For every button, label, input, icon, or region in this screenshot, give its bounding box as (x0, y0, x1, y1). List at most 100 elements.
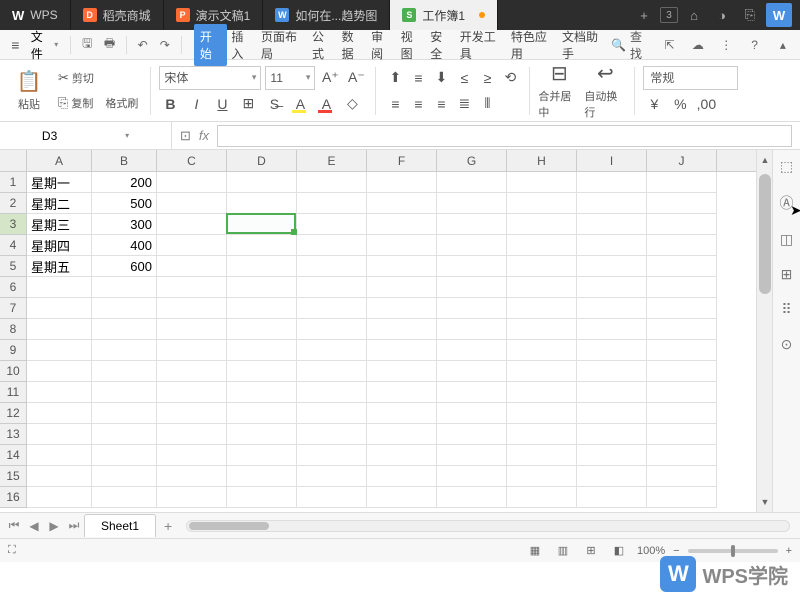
cell-H11[interactable] (507, 382, 577, 403)
cell-A6[interactable] (27, 277, 92, 298)
cell-G13[interactable] (437, 424, 507, 445)
cell-F15[interactable] (367, 466, 437, 487)
cell-F16[interactable] (367, 487, 437, 508)
cell-I8[interactable] (577, 319, 647, 340)
cell-C11[interactable] (157, 382, 227, 403)
row-header-16[interactable]: 16 (0, 487, 27, 508)
ribbon-tab-9[interactable]: 特色应用 (507, 24, 558, 66)
cell-H9[interactable] (507, 340, 577, 361)
cell-C2[interactable] (157, 193, 227, 214)
name-box[interactable]: D3▾ (0, 122, 172, 149)
cell-H2[interactable] (507, 193, 577, 214)
cell-C1[interactable] (157, 172, 227, 193)
cell-E8[interactable] (297, 319, 367, 340)
view-page-icon[interactable]: ▥ (553, 542, 573, 560)
cell-J13[interactable] (647, 424, 717, 445)
cell-F9[interactable] (367, 340, 437, 361)
font-size-select[interactable]: 11▾ (265, 66, 315, 90)
wrap-text-button[interactable]: ↩ 自动换行 (584, 64, 626, 118)
cell-A4[interactable]: 星期四 (27, 235, 92, 256)
cell-I3[interactable] (577, 214, 647, 235)
cell-B15[interactable] (92, 466, 157, 487)
search-button[interactable]: 🔍查找 (611, 28, 650, 62)
cell-E9[interactable] (297, 340, 367, 361)
row-header-2[interactable]: 2 (0, 193, 27, 214)
ribbon-tab-8[interactable]: 开发工具 (456, 24, 507, 66)
cell-E14[interactable] (297, 445, 367, 466)
ribbon-tab-10[interactable]: 文档助手 (558, 24, 609, 66)
share-icon[interactable]: ⇱ (660, 38, 678, 52)
merge-center-button[interactable]: ⊟ 合并居中 (538, 64, 580, 118)
cell-J10[interactable] (647, 361, 717, 382)
cell-I1[interactable] (577, 172, 647, 193)
decrease-indent-icon[interactable]: ≤ (453, 67, 475, 89)
underline-button[interactable]: U (211, 93, 233, 115)
view-break-icon[interactable]: ⊞ (581, 542, 601, 560)
formula-input[interactable] (217, 125, 792, 147)
cell-A16[interactable] (27, 487, 92, 508)
cell-E13[interactable] (297, 424, 367, 445)
col-header-G[interactable]: G (437, 150, 507, 171)
cell-J16[interactable] (647, 487, 717, 508)
cell-G3[interactable] (437, 214, 507, 235)
zoom-slider[interactable] (688, 549, 778, 553)
row-header-15[interactable]: 15 (0, 466, 27, 487)
cell-A11[interactable] (27, 382, 92, 403)
ribbon-tab-5[interactable]: 审阅 (367, 24, 397, 66)
cell-F10[interactable] (367, 361, 437, 382)
sheet-nav-next[interactable]: ▶ (44, 519, 64, 533)
cell-I2[interactable] (577, 193, 647, 214)
cell-B16[interactable] (92, 487, 157, 508)
cell-E15[interactable] (297, 466, 367, 487)
cell-E16[interactable] (297, 487, 367, 508)
row-header-13[interactable]: 13 (0, 424, 27, 445)
distribute-icon[interactable]: ⫴ (476, 93, 498, 115)
cell-F8[interactable] (367, 319, 437, 340)
zoom-in-button[interactable]: + (786, 545, 792, 557)
cell-I16[interactable] (577, 487, 647, 508)
expand-fx-icon[interactable]: ⊡ (180, 128, 191, 144)
cell-C9[interactable] (157, 340, 227, 361)
row-header-1[interactable]: 1 (0, 172, 27, 193)
horizontal-scrollbar[interactable] (186, 520, 790, 532)
cell-H7[interactable] (507, 298, 577, 319)
cell-J14[interactable] (647, 445, 717, 466)
cell-H13[interactable] (507, 424, 577, 445)
cell-D16[interactable] (227, 487, 297, 508)
font-color-button[interactable]: A (315, 93, 337, 115)
cell-A14[interactable] (27, 445, 92, 466)
cell-B1[interactable]: 200 (92, 172, 157, 193)
cell-A15[interactable] (27, 466, 92, 487)
copy-button[interactable]: ⎘复制 (54, 92, 97, 114)
cell-C16[interactable] (157, 487, 227, 508)
align-top-icon[interactable]: ⬆ (384, 67, 406, 89)
collapse-ribbon-icon[interactable]: ▴ (774, 38, 792, 52)
cell-I5[interactable] (577, 256, 647, 277)
ribbon-tab-3[interactable]: 公式 (308, 24, 338, 66)
home-icon[interactable]: ⌂ (682, 3, 706, 27)
cell-A7[interactable] (27, 298, 92, 319)
cell-G1[interactable] (437, 172, 507, 193)
cell-I7[interactable] (577, 298, 647, 319)
cell-A2[interactable]: 星期二 (27, 193, 92, 214)
cell-J9[interactable] (647, 340, 717, 361)
sidebar-chart-icon[interactable]: ◫ (780, 231, 793, 248)
cell-I12[interactable] (577, 403, 647, 424)
align-left-icon[interactable]: ≡ (384, 93, 406, 115)
cell-F1[interactable] (367, 172, 437, 193)
format-painter-button[interactable]: 格式刷 (101, 92, 142, 114)
cell-B14[interactable] (92, 445, 157, 466)
cell-E3[interactable] (297, 214, 367, 235)
cell-G14[interactable] (437, 445, 507, 466)
col-header-J[interactable]: J (647, 150, 717, 171)
cell-E6[interactable] (297, 277, 367, 298)
cell-B7[interactable] (92, 298, 157, 319)
cell-D15[interactable] (227, 466, 297, 487)
row-header-8[interactable]: 8 (0, 319, 27, 340)
cell-J7[interactable] (647, 298, 717, 319)
cell-G8[interactable] (437, 319, 507, 340)
sheet-tab[interactable]: Sheet1 (84, 514, 156, 537)
cell-C4[interactable] (157, 235, 227, 256)
cell-C6[interactable] (157, 277, 227, 298)
cell-F7[interactable] (367, 298, 437, 319)
